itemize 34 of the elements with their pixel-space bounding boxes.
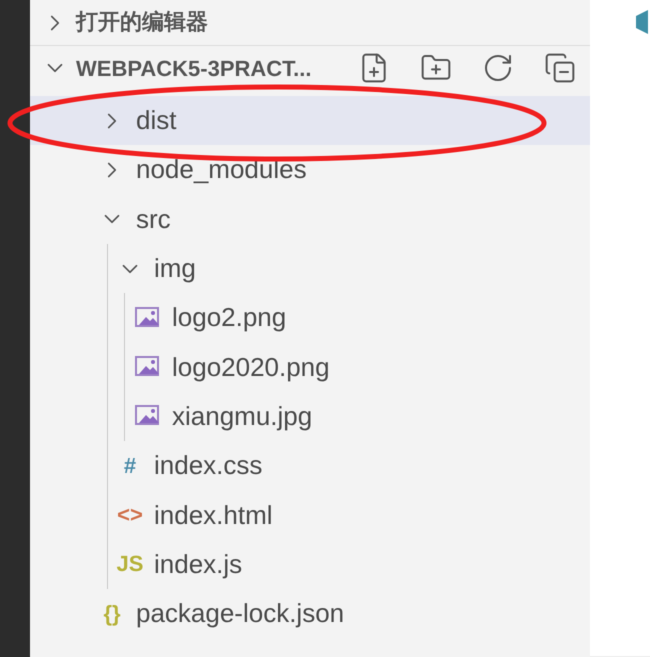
file-name: index.html — [154, 498, 272, 532]
tree-item[interactable]: # index.css — [30, 441, 590, 490]
file-name: package-lock.json — [136, 597, 344, 630]
tree-item[interactable]: JS index.js — [30, 540, 590, 589]
image-file-icon — [135, 405, 161, 428]
file-name: node_modules — [136, 153, 307, 186]
tree-item[interactable]: img — [30, 244, 590, 294]
file-type-icon: <> — [117, 504, 143, 526]
file-name: index.js — [154, 548, 242, 581]
tree-item[interactable]: logo2020.png — [30, 342, 590, 392]
section-title[interactable]: 打开的编辑器 — [76, 6, 208, 39]
tree-item[interactable]: {} package-lock.json — [30, 588, 590, 638]
refresh-icon[interactable] — [482, 52, 514, 84]
tree-item[interactable]: logo2.png — [30, 293, 590, 342]
file-name: index.css — [154, 449, 262, 482]
file-name: logo2020.png — [172, 350, 330, 384]
file-name: src — [136, 202, 171, 236]
file-type-icon: {} — [103, 602, 121, 625]
tree-item[interactable]: xiangmu.jpg — [30, 392, 590, 442]
file-name: logo2.png — [172, 301, 286, 334]
file-name: xiangmu.jpg — [172, 400, 312, 433]
project-title[interactable]: WEBPACK5-3PRACT... — [76, 52, 312, 84]
file-name: img — [154, 252, 196, 286]
image-file-icon — [135, 306, 161, 329]
file-type-icon: # — [124, 454, 136, 477]
tree-item[interactable]: src — [30, 194, 590, 244]
file-type-icon: JS — [116, 553, 144, 576]
tree-item[interactable]: node_modules — [30, 145, 590, 195]
file-name: dist — [136, 104, 176, 138]
collapse-all-icon[interactable] — [544, 52, 576, 84]
cube-icon — [634, 8, 650, 34]
tree-item[interactable]: dist — [30, 96, 590, 146]
image-file-icon — [135, 356, 161, 378]
tree-item[interactable]: <> index.html — [30, 490, 590, 540]
